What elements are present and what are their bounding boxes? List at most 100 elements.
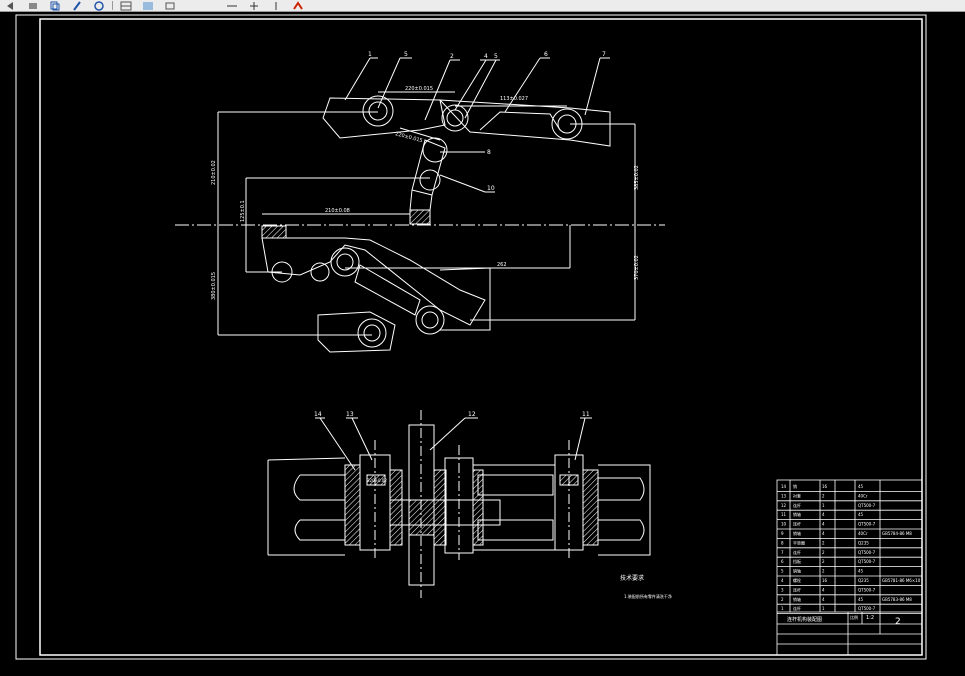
grid-icon[interactable] bbox=[115, 0, 137, 11]
table-cell: 4 bbox=[822, 512, 825, 517]
balloon-side-8: 8 bbox=[487, 149, 491, 156]
cross-icon[interactable] bbox=[243, 0, 265, 11]
arrow-icon[interactable] bbox=[0, 0, 22, 11]
toolbar bbox=[0, 0, 965, 12]
title-block-scale-label: 比例 bbox=[850, 614, 858, 620]
rect-icon[interactable] bbox=[159, 0, 181, 11]
sheet-outer-frame bbox=[15, 14, 927, 660]
table-cell: 2 bbox=[822, 559, 825, 564]
table-cell: QT500-7 bbox=[858, 503, 876, 508]
table-cell: 连杆 bbox=[793, 521, 801, 527]
pointer-icon[interactable] bbox=[265, 0, 287, 11]
table-cell: 8 bbox=[781, 540, 784, 545]
title-block-sheet: 2 bbox=[895, 617, 901, 627]
table-cell: 1 bbox=[822, 503, 825, 508]
table-cell: 40Cr bbox=[858, 493, 868, 498]
title-block-scale: 1:2 bbox=[866, 615, 874, 621]
table-cell: 连杆 bbox=[793, 549, 801, 555]
table-cell: 40Cr bbox=[858, 531, 868, 536]
table-cell: 销轴 bbox=[793, 511, 801, 517]
balloon-top-3: 2 bbox=[450, 53, 454, 60]
balloon-bottom-13: 13 bbox=[346, 411, 354, 418]
table-cell: 4 bbox=[822, 531, 825, 536]
redraw-icon[interactable] bbox=[287, 0, 309, 11]
copy-icon[interactable] bbox=[44, 0, 66, 11]
table-cell: Q235 bbox=[858, 578, 869, 583]
balloon-top-2: 5 bbox=[404, 51, 408, 58]
balloon-bottom-14: 14 bbox=[314, 411, 322, 418]
table-cell: GB5781-86 M6×10 bbox=[882, 578, 921, 583]
table-cell: QT500-7 bbox=[858, 587, 876, 592]
top-view-linkage bbox=[175, 57, 665, 353]
balloon-top-5: 5 bbox=[494, 53, 498, 60]
table-cell: 4 bbox=[781, 578, 784, 583]
table-cell: 衬套 bbox=[793, 492, 801, 498]
table-cell: 销轴 bbox=[793, 568, 801, 574]
table-cell: GB5783-86 M8 bbox=[882, 597, 912, 602]
table-cell: 1 bbox=[781, 606, 784, 611]
dim-text-4: 210±0.02 bbox=[211, 160, 217, 185]
table-cell: QT500-7 bbox=[858, 550, 876, 555]
table-cell: 连杆 bbox=[793, 502, 801, 508]
table-cell: 11 bbox=[781, 512, 787, 517]
balloon-bottom-11: 11 bbox=[582, 411, 590, 418]
rotate-icon[interactable] bbox=[88, 0, 110, 11]
line-icon[interactable] bbox=[221, 0, 243, 11]
table-cell: Q235 bbox=[858, 540, 869, 545]
dim-text-8: 262 bbox=[497, 262, 507, 268]
dim-text-10: 210±0.08 bbox=[325, 208, 350, 214]
pen-icon[interactable] bbox=[66, 0, 88, 11]
bottom-view-section bbox=[267, 410, 651, 598]
table-cell: 平垫圈 bbox=[793, 539, 805, 545]
table-cell: QT500-7 bbox=[858, 559, 876, 564]
image-icon[interactable] bbox=[137, 0, 159, 11]
table-cell: 2 bbox=[822, 540, 825, 545]
balloon-top-4: 4 bbox=[484, 53, 488, 60]
table-cell: 4 bbox=[822, 587, 825, 592]
table-cell: 10 bbox=[781, 522, 787, 527]
table-cell: 2 bbox=[822, 550, 825, 555]
table-cell: 2 bbox=[822, 493, 825, 498]
table-cell: 7 bbox=[781, 550, 784, 555]
table-cell: 挡板 bbox=[793, 558, 801, 564]
dim-text-9: 125±0.1 bbox=[240, 200, 246, 222]
table-cell: 1 bbox=[822, 606, 825, 611]
notes-title: 技术要求 bbox=[620, 574, 644, 582]
table-cell: 销轴 bbox=[793, 596, 801, 602]
title-block-name: 连杆机构装配图 bbox=[787, 616, 822, 623]
cad-drawing[interactable]: 220±0.015 113±0.027 220±0.015 210±0.02 3… bbox=[0, 12, 965, 676]
dim-text-3: 220±0.015 bbox=[394, 131, 423, 144]
table-cell: QT500-7 bbox=[858, 522, 876, 527]
table-cell: 2 bbox=[781, 597, 784, 602]
toolbar-separator bbox=[112, 1, 113, 10]
table-cell: QT500-7 bbox=[858, 606, 876, 611]
table-cell: 4 bbox=[822, 522, 825, 527]
balloon-top-1: 1 bbox=[368, 51, 372, 58]
table-cell: 16 bbox=[822, 578, 828, 583]
table-cell: 12 bbox=[781, 503, 787, 508]
table-cell: 14 bbox=[781, 484, 787, 489]
table-cell: 45 bbox=[858, 484, 864, 489]
table-cell: 9 bbox=[781, 531, 784, 536]
dim-text-1: 220±0.015 bbox=[405, 86, 433, 92]
balloon-top-6: 6 bbox=[544, 51, 548, 58]
table-cell: 45 bbox=[858, 569, 864, 574]
table-cell: 连杆 bbox=[793, 586, 801, 592]
table-cell: 销轴 bbox=[793, 530, 801, 536]
eraser-icon[interactable] bbox=[22, 0, 44, 11]
dim-text-5: 385±0.02 bbox=[634, 165, 640, 190]
table-cell: 16 bbox=[822, 484, 828, 489]
table-cell: 13 bbox=[781, 493, 787, 498]
table-cell: 销 bbox=[793, 483, 797, 489]
dim-text-2: 113±0.027 bbox=[500, 96, 528, 102]
dim-text-6: 380±0.015 bbox=[211, 272, 217, 300]
table-cell: 6 bbox=[781, 559, 784, 564]
table-cell: GB5784-86 M8 bbox=[882, 531, 912, 536]
dim-text-11: 320±0.02 bbox=[367, 478, 387, 483]
table-cell: 4 bbox=[822, 597, 825, 602]
balloon-side-10: 10 bbox=[487, 185, 495, 192]
table-cell: 45 bbox=[858, 597, 864, 602]
table-cell: 3 bbox=[781, 587, 784, 592]
notes-line-1: 1.装配前所有零件清洗干净 bbox=[624, 593, 672, 599]
balloon-top-7: 7 bbox=[602, 51, 606, 58]
